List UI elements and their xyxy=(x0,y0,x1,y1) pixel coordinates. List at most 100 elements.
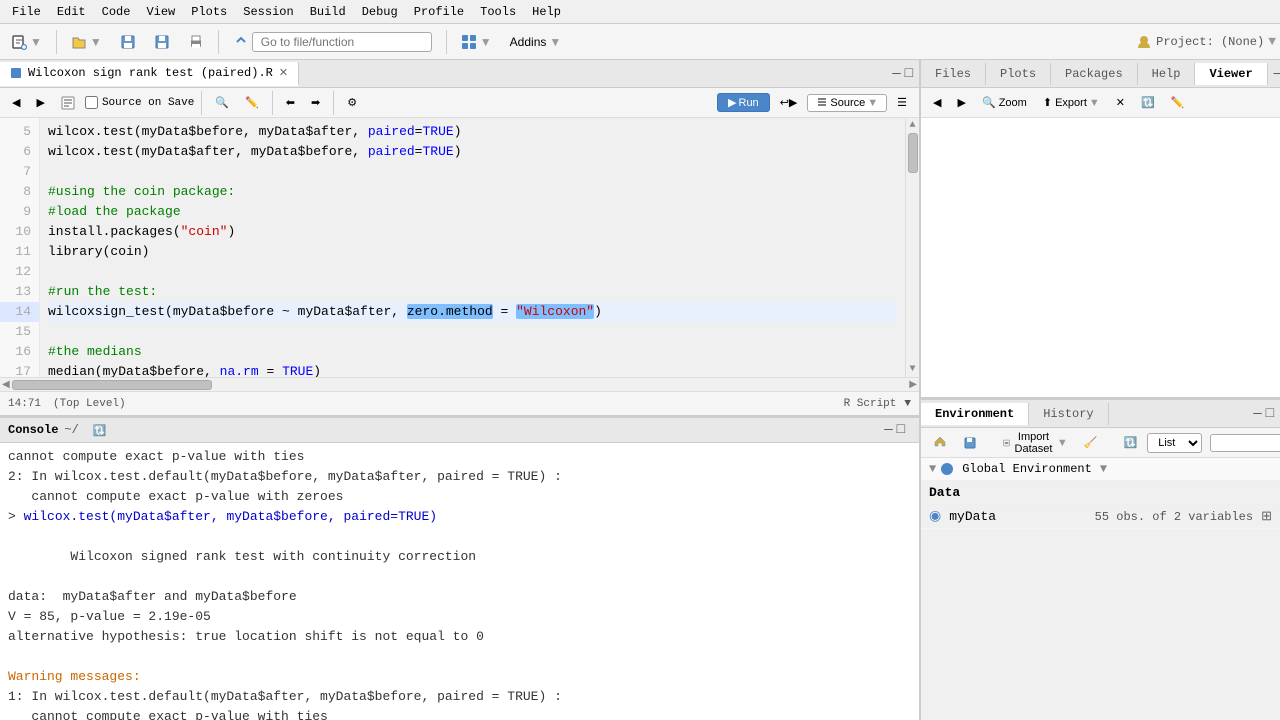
editor-maximize-button[interactable]: □ xyxy=(905,66,913,82)
console-header: Console ~/ 🔃 — □ xyxy=(0,415,919,443)
spellcheck-button[interactable]: ✏️ xyxy=(239,93,265,112)
re-run-button[interactable]: ↩▶ xyxy=(774,93,804,112)
tab-viewer[interactable]: Viewer xyxy=(1195,63,1267,85)
go-to-input[interactable] xyxy=(252,32,432,52)
env-collapse-icon[interactable]: ▼ xyxy=(929,462,936,476)
menu-code[interactable]: Code xyxy=(94,3,139,21)
env-dropdown-arrow[interactable]: ▼ xyxy=(1100,462,1107,476)
scroll-up-arrow[interactable]: ▲ xyxy=(909,120,915,131)
tab-close-button[interactable]: ✕ xyxy=(279,66,288,80)
viewer-export-button[interactable]: ⬆ Export ▼ xyxy=(1037,93,1106,112)
source-active-button[interactable] xyxy=(55,93,81,113)
scroll-down-arrow[interactable]: ▼ xyxy=(909,364,915,375)
hscroll-left-arrow[interactable]: ◀ xyxy=(0,379,12,391)
save-all-button[interactable] xyxy=(147,31,177,53)
env-search-input[interactable] xyxy=(1210,434,1280,452)
viewer-more-button[interactable]: ✏️ xyxy=(1165,93,1191,112)
console-maximize-button[interactable]: □ xyxy=(897,422,905,438)
viewer-refresh-button[interactable]: 🔃 xyxy=(1135,93,1161,112)
print-button[interactable] xyxy=(181,31,211,53)
menu-plots[interactable]: Plots xyxy=(183,3,235,21)
scroll-track[interactable] xyxy=(908,133,918,362)
console-content[interactable]: cannot compute exact p-value with ties 2… xyxy=(0,443,919,720)
code-line-12 xyxy=(48,262,897,282)
run-icon: ▶ xyxy=(728,96,736,109)
code-line-8: #using the coin package: xyxy=(48,182,897,202)
scroll-thumb[interactable] xyxy=(908,133,918,173)
right-panel: Files Plots Packages Help Viewer — □ ◀ ▶… xyxy=(920,60,1280,720)
tab-help[interactable]: Help xyxy=(1138,63,1196,85)
viewer-forward-button[interactable]: ▶ xyxy=(951,93,971,112)
tab-history[interactable]: History xyxy=(1029,403,1108,425)
menu-build[interactable]: Build xyxy=(302,3,354,21)
save-workspace-button[interactable] xyxy=(957,433,983,453)
new-script-button[interactable]: ▼ xyxy=(4,31,49,53)
hscroll-right-arrow[interactable]: ▶ xyxy=(907,379,919,391)
console-title: Console xyxy=(8,423,58,437)
viewer-zoom-button[interactable]: 🔍 Zoom xyxy=(976,93,1033,112)
menu-view[interactable]: View xyxy=(138,3,183,21)
hscroll-track[interactable] xyxy=(12,380,908,390)
indent-button[interactable]: ➡ xyxy=(305,93,326,112)
main-toolbar: ▼ ▼ ▼ Addins ▼ Project: (None) ▼ xyxy=(0,24,1280,60)
source-on-save-label[interactable]: Source on Save xyxy=(85,96,194,109)
view-mode-select[interactable]: List Grid xyxy=(1147,433,1202,453)
menu-profile[interactable]: Profile xyxy=(406,3,472,21)
console-line-2: 2: In wilcox.test.default(myData$before,… xyxy=(8,467,911,487)
run-button[interactable]: ▶ Run xyxy=(717,93,770,112)
console-line-7 xyxy=(8,567,911,587)
env-panel-maximize[interactable]: □ xyxy=(1266,406,1274,422)
code-area-container: 5 6 7 8 9 10 11 12 13 14 15 16 1 xyxy=(0,118,919,377)
menu-edit[interactable]: Edit xyxy=(49,3,94,21)
data-grid-view-icon[interactable]: ⊞ xyxy=(1261,509,1272,524)
source-button[interactable]: Source ▼ xyxy=(807,94,887,112)
tab-packages[interactable]: Packages xyxy=(1051,63,1138,85)
editor-hscrollbar[interactable]: ◀ ▶ xyxy=(0,377,919,391)
addins-button[interactable]: Addins ▼ xyxy=(503,32,569,52)
refresh-env-button[interactable]: 🔃 xyxy=(1118,433,1144,452)
console-minimize-button[interactable]: — xyxy=(884,422,892,438)
menu-tools[interactable]: Tools xyxy=(472,3,524,21)
navigate-forward-button[interactable]: ▶ xyxy=(30,93,50,112)
menu-file[interactable]: File xyxy=(4,3,49,21)
editor-minimize-button[interactable]: — xyxy=(892,66,900,82)
navigate-back-button[interactable]: ◀ xyxy=(6,93,26,112)
outdent-button[interactable]: ⬅ xyxy=(280,93,301,112)
save-button[interactable] xyxy=(113,31,143,53)
menu-help[interactable]: Help xyxy=(524,3,569,21)
viewer-back-button[interactable]: ◀ xyxy=(927,93,947,112)
console-line-6: Wilcoxon signed rank test with continuit… xyxy=(8,547,911,567)
env-panel-minimize[interactable]: — xyxy=(1253,406,1261,422)
addins-label: Addins xyxy=(510,35,547,49)
console-clear-button[interactable]: 🔃 xyxy=(87,421,113,440)
go-to-function-button[interactable] xyxy=(226,29,439,55)
clear-objects-button[interactable]: 🧹 xyxy=(1078,433,1104,452)
console-line-9: V = 85, p-value = 2.19e-05 xyxy=(8,607,911,627)
line-num-15: 15 xyxy=(0,322,39,342)
tab-plots[interactable]: Plots xyxy=(986,63,1051,85)
editor-scrollbar[interactable]: ▲ ▼ xyxy=(905,118,919,377)
tab-environment[interactable]: Environment xyxy=(921,403,1029,425)
open-file-button[interactable]: ▼ xyxy=(64,31,109,53)
load-workspace-button[interactable] xyxy=(927,433,953,453)
top-panel-minimize[interactable]: — xyxy=(1274,66,1280,82)
env-toolbar: Import Dataset ▼ 🧹 🔃 List Grid xyxy=(921,428,1280,458)
code-scroll[interactable]: 5 6 7 8 9 10 11 12 13 14 15 16 1 xyxy=(0,118,905,377)
import-dataset-button[interactable]: Import Dataset ▼ xyxy=(997,428,1074,458)
console-line-1: cannot compute exact p-value with ties xyxy=(8,447,911,467)
tab-files[interactable]: Files xyxy=(921,63,986,85)
menu-session[interactable]: Session xyxy=(235,3,301,21)
bottom-panel: Environment History — □ Import Dataset xyxy=(921,400,1280,720)
hscroll-thumb[interactable] xyxy=(12,380,212,390)
top-panel: Files Plots Packages Help Viewer — □ ◀ ▶… xyxy=(921,60,1280,400)
menu-debug[interactable]: Debug xyxy=(354,3,406,21)
workspace-button[interactable]: ▼ xyxy=(454,31,499,53)
search-button[interactable]: 🔍 xyxy=(209,93,235,112)
source-on-save-checkbox[interactable] xyxy=(85,96,98,109)
more-options-button[interactable]: ☰ xyxy=(891,93,913,112)
viewer-clear-button[interactable]: ✕ xyxy=(1110,93,1131,112)
script-type-arrow[interactable]: ▼ xyxy=(904,398,911,410)
code-line-17: median(myData$before, na.rm = TRUE) xyxy=(48,362,897,377)
compile-button[interactable]: ⚙ xyxy=(341,93,363,112)
editor-tab-main[interactable]: Wilcoxon sign rank test (paired).R ✕ xyxy=(0,62,299,86)
